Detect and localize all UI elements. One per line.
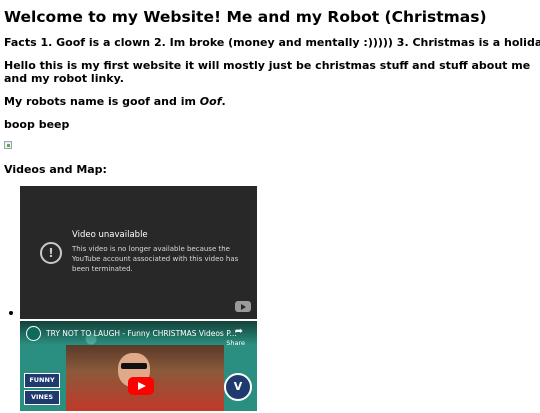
youtube-logo-icon[interactable] — [235, 301, 251, 312]
page-title: Welcome to my Website! Me and my Robot (… — [4, 8, 487, 26]
channel-avatar[interactable] — [26, 326, 41, 341]
robot-name-emphasis: Oof — [199, 95, 222, 108]
video-title[interactable]: TRY NOT TO LAUGH - Funny CHRISTMAS Video… — [46, 329, 237, 338]
broken-image-icon — [4, 141, 12, 149]
video-unavailable-message: This video is no longer available becaus… — [72, 245, 239, 273]
videos-heading: Videos and Map: — [4, 163, 107, 176]
vine-logo-icon: V — [224, 373, 252, 401]
list-item: ! Video unavailable This video is no lon… — [20, 186, 536, 319]
video-list: ! Video unavailable This video is no lon… — [4, 186, 536, 411]
info-icon: ! — [40, 242, 62, 264]
boop-text: boop beep — [4, 118, 70, 131]
facts-text: Facts 1. Goof is a clown 2. Im broke (mo… — [4, 36, 540, 49]
list-bullet — [9, 311, 13, 315]
video-unavailable-title: Video unavailable — [72, 230, 148, 240]
robot-text-suffix: . — [221, 95, 226, 108]
robot-text-prefix: My robots name is goof and im — [4, 95, 200, 108]
badge-line-funny: FUNNY — [24, 373, 60, 388]
badge-line-vines: VINES — [24, 390, 60, 405]
list-item: TRY NOT TO LAUGH - Funny CHRISTMAS Video… — [20, 321, 536, 411]
hello-text: Hello this is my first website it will m… — [4, 59, 531, 85]
funny-vines-badge: FUNNY VINES — [24, 373, 60, 407]
page: Welcome to my Website! Me and my Robot (… — [0, 8, 540, 411]
robot-name-text: My robots name is goof and im Oof. — [4, 95, 536, 108]
share-label[interactable]: Share — [226, 339, 245, 347]
share-icon[interactable]: ➦ — [235, 326, 243, 337]
play-button[interactable] — [128, 377, 154, 395]
funny-video-player[interactable]: TRY NOT TO LAUGH - Funny CHRISTMAS Video… — [20, 321, 257, 411]
unavailable-video-player[interactable]: ! Video unavailable This video is no lon… — [20, 186, 257, 319]
thumbnail-sunglasses — [121, 363, 147, 369]
